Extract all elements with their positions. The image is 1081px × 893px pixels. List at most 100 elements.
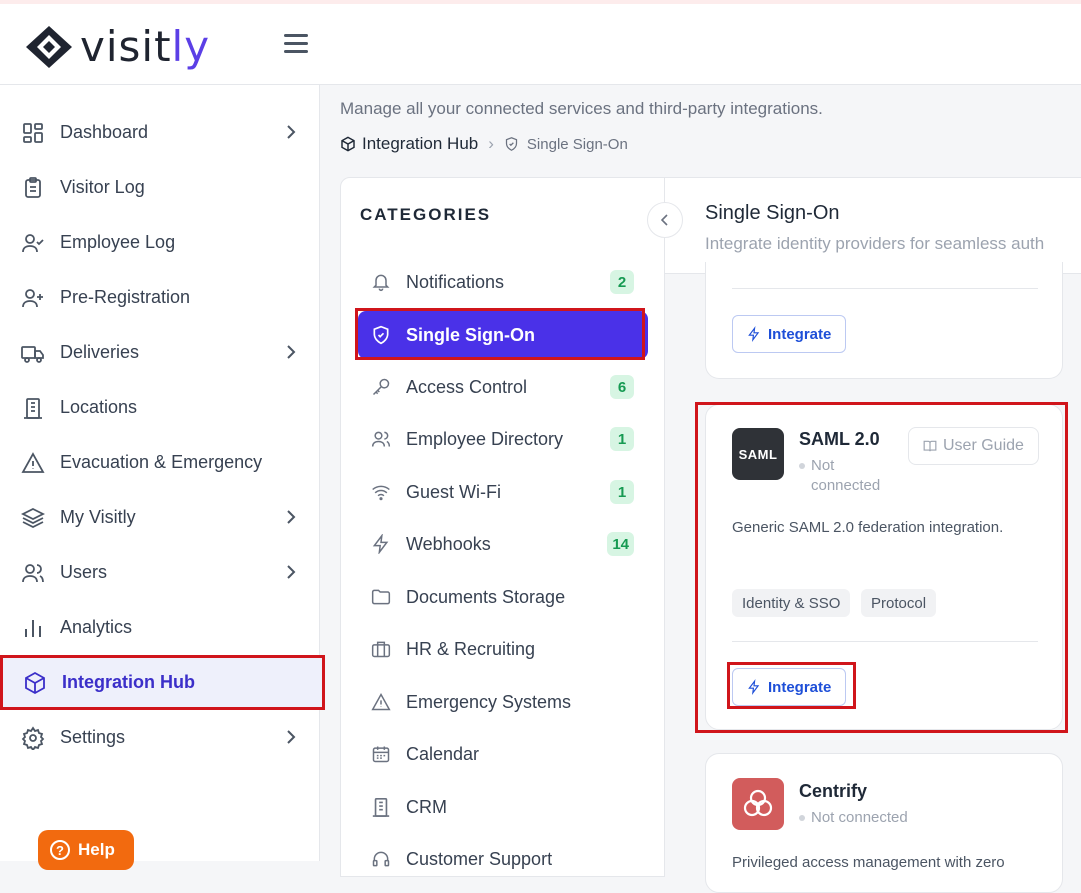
calendar-icon (370, 743, 392, 765)
lightning-icon (370, 533, 392, 555)
category-documents-storage[interactable]: Documents Storage (358, 573, 648, 621)
sidebar-item-label: Employee Log (60, 232, 176, 252)
menu-toggle-icon[interactable] (284, 34, 308, 54)
sidebar-item-settings[interactable]: Settings (0, 710, 320, 765)
visitly-logo[interactable]: visitly (24, 24, 210, 70)
tag-identity-sso: Identity & SSO (732, 589, 851, 617)
folder-icon (370, 586, 392, 608)
warning-icon (370, 691, 392, 713)
content-title: Single Sign-On (705, 202, 840, 224)
sidebar-item-label: Evacuation & Emergency (60, 452, 263, 472)
dashboard-grid-icon (20, 120, 46, 146)
category-label: Access Control (406, 376, 528, 397)
category-label: Webhooks (406, 533, 491, 554)
sidebar-item-my-visitly[interactable]: My Visitly (0, 490, 320, 545)
sidebar-item-label: Locations (60, 397, 138, 417)
category-single-sign-on[interactable]: Single Sign-On (358, 311, 648, 359)
collapse-categories-button[interactable] (647, 202, 683, 238)
sidebar-item-users[interactable]: Users (0, 545, 320, 600)
sidebar-item-label: Visitor Log (60, 177, 145, 197)
category-access-control[interactable]: Access Control 6 (358, 363, 648, 411)
bell-icon (370, 271, 392, 293)
category-guest-wifi[interactable]: Guest Wi-Fi 1 (358, 468, 648, 516)
user-check-icon (20, 230, 46, 256)
clipboard-icon (20, 175, 46, 201)
user-guide-button[interactable]: User Guide (908, 427, 1039, 465)
sidebar-item-label: Integration Hub (62, 672, 195, 692)
sidebar-item-label: Users (60, 562, 108, 582)
top-header: visitly (0, 4, 1081, 85)
sidebar-item-visitor-log[interactable]: Visitor Log (0, 160, 320, 215)
category-webhooks[interactable]: Webhooks 14 (358, 520, 648, 568)
sidebar-item-label: Deliveries (60, 342, 140, 362)
sidebar-item-analytics[interactable]: Analytics (0, 600, 320, 655)
sidebar-item-label: My Visitly (60, 507, 136, 527)
app-name: SAML 2.0 (799, 429, 880, 449)
sidebar-item-locations[interactable]: Locations (0, 380, 320, 435)
count-badge: 6 (610, 375, 634, 399)
saml-logo-icon: SAML (732, 428, 784, 480)
category-notifications[interactable]: Notifications 2 (358, 258, 648, 306)
app-description: Generic SAML 2.0 federation integration. (732, 519, 1004, 536)
category-calendar[interactable]: Calendar (358, 730, 648, 778)
integrate-button[interactable]: Integrate (732, 668, 847, 706)
category-employee-directory[interactable]: Employee Directory 1 (358, 415, 648, 463)
integration-card-centrify: Centrify Not connected Privileged access… (705, 753, 1063, 893)
sidebar-item-deliveries[interactable]: Deliveries (0, 325, 320, 380)
categories-title: CATEGORIES (360, 205, 492, 224)
integration-card-previous: Integrate (705, 262, 1063, 379)
breadcrumb-root[interactable]: Integration Hub (362, 134, 478, 154)
question-icon: ? (50, 840, 70, 860)
breadcrumb: Integration Hub › Single Sign-On (340, 134, 628, 154)
category-customer-support[interactable]: Customer Support (358, 835, 648, 883)
user-guide-label: User Guide (943, 437, 1024, 454)
tag-protocol: Protocol (861, 589, 937, 617)
category-label: CRM (406, 796, 447, 817)
content-header: Single Sign-On Integrate identity provid… (665, 177, 1081, 274)
count-badge: 2 (610, 270, 634, 294)
category-emergency-systems[interactable]: Emergency Systems (358, 678, 648, 726)
sidebar-item-label: Pre-Registration (60, 287, 191, 307)
chevron-left-icon (661, 214, 668, 226)
chevron-right-icon: › (488, 134, 494, 153)
integrate-label: Integrate (768, 325, 832, 343)
sidebar-item-pre-registration[interactable]: Pre-Registration (0, 270, 320, 325)
category-label: Customer Support (406, 848, 553, 869)
warning-icon (20, 450, 46, 476)
category-crm[interactable]: CRM (358, 783, 648, 831)
cube-icon (341, 136, 355, 152)
sidebar-item-integration-hub[interactable]: Integration Hub (2, 655, 324, 710)
headset-icon (370, 848, 392, 870)
sidebar-item-evacuation[interactable]: Evacuation & Emergency (0, 435, 320, 490)
user-plus-icon (20, 285, 46, 311)
integrate-button[interactable]: Integrate (732, 315, 847, 353)
integration-card-saml: SAML SAML 2.0 Not connected User Guide G… (705, 404, 1063, 730)
sidebar-item-label: Settings (60, 727, 126, 747)
content-description: Integrate identity providers for seamles… (705, 234, 1045, 253)
help-button[interactable]: ? Help (38, 830, 134, 870)
logo-text: visitly (80, 22, 211, 71)
sidebar-item-dashboard[interactable]: Dashboard (0, 105, 320, 160)
integrate-label: Integrate (768, 678, 832, 696)
shield-icon (505, 137, 518, 151)
category-label: Employee Directory (406, 428, 564, 449)
count-badge: 14 (607, 532, 634, 556)
app-name: Centrify (799, 781, 868, 801)
connection-status: Not connected (799, 456, 880, 496)
category-hr-recruiting[interactable]: HR & Recruiting (358, 625, 648, 673)
category-label: Single Sign-On (406, 324, 535, 345)
help-label: Help (78, 840, 115, 859)
category-label: Calendar (406, 743, 480, 764)
chevron-right-icon (287, 510, 296, 524)
visitly-logo-icon (26, 26, 72, 68)
category-label: Notifications (406, 271, 505, 292)
cube-icon (22, 670, 48, 696)
sidebar: Dashboard Visitor Log Employee Log Pre-R… (0, 85, 324, 861)
building-icon (20, 395, 46, 421)
users-icon (370, 428, 392, 450)
category-label: Guest Wi-Fi (406, 481, 502, 502)
sidebar-item-employee-log[interactable]: Employee Log (0, 215, 320, 270)
breadcrumb-current: Single Sign-On (526, 135, 628, 153)
chevron-right-icon (287, 345, 296, 359)
lightning-icon (748, 679, 760, 695)
